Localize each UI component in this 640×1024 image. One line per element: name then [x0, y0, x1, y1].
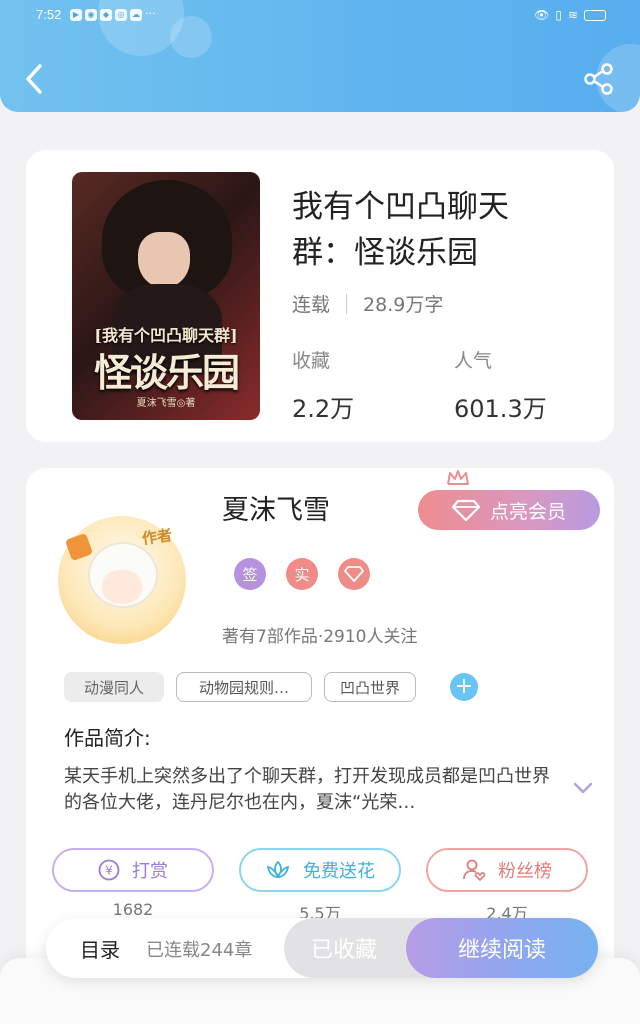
- notification-icons: ▶ ◉ ◆ ◎ ☁ ···: [70, 7, 156, 21]
- cover-author: 夏沫飞雪◎著: [136, 398, 196, 409]
- header: 7:52 ▶ ◉ ◆ ◎ ☁ ··· 👁 ▯ ≋: [0, 0, 640, 112]
- divider: [346, 293, 348, 314]
- diamond-icon: [451, 499, 480, 521]
- cover-art: [138, 232, 190, 288]
- app-icon: ◉: [85, 9, 97, 21]
- user-heart-icon: [463, 859, 486, 882]
- reward-button[interactable]: ¥ 打赏: [52, 848, 214, 892]
- toc-button[interactable]: 目录: [80, 934, 120, 963]
- add-tag-button[interactable]: +: [450, 673, 478, 701]
- continue-reading-button[interactable]: 继续阅读: [406, 918, 598, 978]
- share-icon[interactable]: [582, 62, 616, 96]
- flower-icon: [266, 860, 290, 878]
- reward-label: 打赏: [132, 861, 168, 882]
- author-name[interactable]: 夏沫飞雪: [222, 488, 330, 527]
- status-bar: 7:52 ▶ ◉ ◆ ◎ ☁ ··· 👁 ▯ ≋: [0, 0, 640, 30]
- author-tag: 作者: [140, 525, 174, 548]
- vip-button[interactable]: 点亮会员: [418, 490, 600, 530]
- tag-item[interactable]: 动漫同人: [64, 672, 164, 702]
- signed-badge[interactable]: 签: [234, 558, 266, 590]
- avatar-art: [102, 570, 142, 604]
- bottom-action-bar: 目录 已连载244章 已收藏 继续阅读: [46, 918, 598, 978]
- flag-icon: [64, 532, 94, 562]
- vibrate-icon: ▯: [555, 8, 562, 22]
- diamond-icon: [344, 566, 364, 582]
- serial-status: 连载: [292, 294, 331, 316]
- yen-coin-icon: ¥: [98, 859, 120, 881]
- send-flower-button[interactable]: 免费送花: [239, 848, 401, 892]
- popularity-value: 601.3万: [454, 395, 547, 423]
- verified-badge[interactable]: 实: [286, 558, 318, 590]
- system-icons: 👁 ▯ ≋: [534, 8, 606, 22]
- send-flower-label: 免费送花: [303, 861, 375, 882]
- svg-text:¥: ¥: [105, 864, 113, 878]
- fan-rank-label: 粉丝榜: [498, 861, 552, 882]
- tag-item[interactable]: 凹凸世界: [324, 672, 416, 702]
- author-badges: 签 实: [234, 558, 370, 590]
- video-app-icon: ▶: [70, 9, 82, 21]
- collect-label: 收藏: [292, 350, 331, 372]
- wifi-icon: ≋: [567, 8, 578, 22]
- more-notifications: ···: [145, 7, 156, 20]
- chapter-count: 已连载244章: [146, 940, 253, 961]
- book-cover[interactable]: [我有个凹凸聊天群] 怪谈乐园 夏沫飞雪◎著: [72, 172, 260, 420]
- back-icon[interactable]: [22, 62, 46, 96]
- vip-button-label: 点亮会员: [489, 500, 566, 523]
- book-info-card: [我有个凹凸聊天群] 怪谈乐园 夏沫飞雪◎著 我有个凹凸聊天群：怪谈乐园 连载 …: [26, 150, 614, 442]
- popularity-stat: 人气 601.3万: [454, 346, 547, 424]
- intro-heading: 作品简介:: [64, 726, 151, 750]
- book-title: 我有个凹凸聊天群：怪谈乐园: [292, 189, 509, 271]
- chevron-down-icon[interactable]: [572, 780, 594, 796]
- status-time: 7:52: [36, 7, 62, 22]
- intro-text: 某天手机上突然多出了个聊天群，打开发现成员都是凹凸世界的各位大佬，连丹尼尔也在内…: [64, 766, 550, 813]
- author-works-info: 著有7部作品·2910人关注: [222, 627, 418, 647]
- tag-list: 动漫同人 动物园规则… 凹凸世界 +: [64, 672, 478, 702]
- collect-stat: 收藏 2.2万: [292, 346, 354, 424]
- tag-item[interactable]: 动物园规则…: [176, 672, 312, 702]
- popularity-label: 人气: [454, 350, 493, 372]
- fan-rank-button[interactable]: 粉丝榜: [426, 848, 588, 892]
- author-avatar[interactable]: 作者: [58, 516, 186, 644]
- collected-label: 已收藏: [310, 938, 377, 963]
- battery-icon: [584, 9, 606, 21]
- word-count: 28.9万字: [363, 294, 444, 316]
- cloud-icon: ☁: [130, 9, 142, 21]
- crown-icon: [447, 470, 469, 485]
- vip-badge[interactable]: [338, 558, 370, 590]
- reward-count: 1682: [112, 900, 154, 919]
- collect-value: 2.2万: [292, 395, 355, 423]
- eye-icon: 👁: [534, 8, 550, 22]
- cover-title: 怪谈乐园: [93, 350, 240, 395]
- app-icon: ◎: [115, 9, 127, 21]
- book-status-line: 连载 28.9万字: [292, 290, 443, 317]
- qq-icon: ◆: [100, 9, 112, 21]
